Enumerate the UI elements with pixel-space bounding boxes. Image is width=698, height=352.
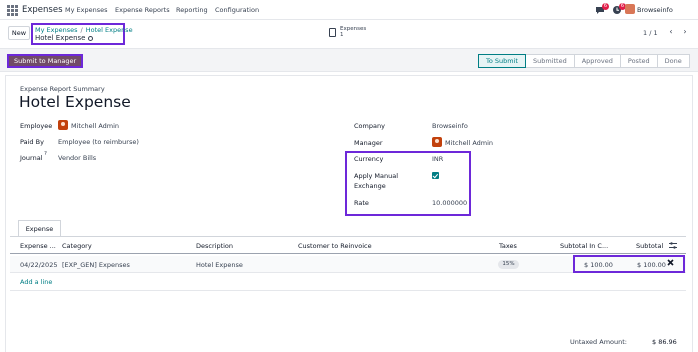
breadcrumb-my-expenses[interactable]: My Expenses xyxy=(35,26,78,34)
table-bottom-divider xyxy=(10,290,686,291)
untaxed-amount-value: $ 86.96 xyxy=(652,338,677,346)
column-settings-icon[interactable] xyxy=(669,242,677,249)
currency-label: Currency xyxy=(354,155,384,163)
stage-posted[interactable]: Posted xyxy=(620,54,658,68)
document-icon xyxy=(329,28,336,37)
app-name[interactable]: Expenses xyxy=(22,5,63,15)
row-date[interactable]: 04/22/2025 xyxy=(20,261,57,269)
chevron-right-icon[interactable]: › xyxy=(680,27,690,37)
chevron-left-icon[interactable]: ‹ xyxy=(666,27,676,37)
delete-row-icon[interactable] xyxy=(667,259,674,266)
add-line-link[interactable]: Add a line xyxy=(20,278,52,286)
manager-avatar xyxy=(432,137,442,147)
breadcrumb-current: Hotel Expense xyxy=(35,34,86,42)
manager-label: Manager xyxy=(354,139,383,147)
breadcrumb: My Expenses / Hotel Expense Hotel Expense xyxy=(31,23,133,45)
rate-field[interactable]: 10.000000 xyxy=(432,199,467,207)
col-header-description[interactable]: Description xyxy=(196,242,233,250)
menu-configuration[interactable]: Configuration xyxy=(215,6,259,14)
employee-avatar xyxy=(58,120,68,130)
status-bar: To Submit Submitted Approved Posted Done xyxy=(478,54,690,68)
smart-button-count: 1 xyxy=(340,32,344,38)
journal-field[interactable]: Vendor Bills xyxy=(58,154,96,162)
manual-rate-label-line2: Exchange xyxy=(354,182,386,190)
untaxed-amount-label: Untaxed Amount: xyxy=(570,338,627,346)
col-header-taxes[interactable]: Taxes xyxy=(499,242,517,250)
app-grid-icon[interactable] xyxy=(7,5,18,16)
company-field[interactable]: Browseinfo xyxy=(432,122,468,130)
breadcrumb-hotel-expense[interactable]: Hotel Expense xyxy=(86,26,133,34)
paid-by-label: Paid By xyxy=(20,138,44,146)
new-button[interactable]: New xyxy=(8,26,30,40)
gear-icon[interactable] xyxy=(88,36,94,41)
row-subtotal-company: $ 100.00 xyxy=(584,261,613,269)
paid-by-field[interactable]: Employee (to reimburse) xyxy=(58,138,139,146)
journal-label: Journal xyxy=(20,154,43,162)
stage-done[interactable]: Done xyxy=(657,54,690,68)
col-header-customer[interactable]: Customer to Reinvoice xyxy=(298,242,372,250)
company-label: Company xyxy=(354,122,385,130)
row-category[interactable]: [EXP_GEN] Expenses xyxy=(62,261,130,269)
company-switcher[interactable]: Browseinfo xyxy=(637,6,673,14)
menu-expense-reports[interactable]: Expense Reports xyxy=(115,6,170,14)
report-summary-label: Expense Report Summary xyxy=(20,85,105,93)
manual-rate-label-line1: Apply Manual xyxy=(354,172,399,180)
breadcrumb-separator: / xyxy=(80,26,83,34)
menu-reporting[interactable]: Reporting xyxy=(176,6,208,14)
table-header-divider xyxy=(10,253,686,254)
smart-button-label: Expenses xyxy=(340,26,367,32)
row-description[interactable]: Hotel Expense xyxy=(196,261,243,269)
col-header-subtotal-company[interactable]: Subtotal In C... xyxy=(560,242,608,250)
submit-to-manager-button[interactable]: Submit to Manager xyxy=(7,54,84,68)
tab-divider xyxy=(10,236,686,237)
pager-value[interactable]: 1 / 1 xyxy=(643,29,658,37)
employee-field[interactable]: Mitchell Admin xyxy=(71,122,119,130)
tab-expense[interactable]: Expense xyxy=(18,220,61,237)
stage-submitted[interactable]: Submitted xyxy=(525,54,575,68)
manager-field[interactable]: Mitchell Admin xyxy=(445,139,493,147)
action-bar: Submit to Manager To Submit Submitted Ap… xyxy=(0,48,698,72)
user-avatar[interactable] xyxy=(625,4,635,14)
col-header-category[interactable]: Category xyxy=(62,242,92,250)
currency-field[interactable]: INR xyxy=(432,155,443,163)
report-title[interactable]: Hotel Expense xyxy=(19,93,131,111)
employee-label: Employee xyxy=(20,122,53,130)
col-header-date[interactable]: Expense ... xyxy=(20,242,56,250)
stage-to-submit[interactable]: To Submit xyxy=(478,54,526,68)
help-icon[interactable]: ? xyxy=(44,151,47,157)
messages-badge: 6 xyxy=(602,3,609,10)
expenses-smart-button[interactable]: Expenses 1 xyxy=(329,26,366,40)
rate-label: Rate xyxy=(354,199,369,207)
tax-badge[interactable]: 15% xyxy=(498,260,519,269)
menu-my-expenses[interactable]: My Expenses xyxy=(65,6,108,14)
col-header-subtotal[interactable]: Subtotal xyxy=(636,242,663,250)
stage-approved[interactable]: Approved xyxy=(574,54,621,68)
top-navbar: Expenses My Expenses Expense Reports Rep… xyxy=(0,0,698,20)
row-subtotal: $ 100.00 xyxy=(637,261,666,269)
manual-rate-checkbox[interactable] xyxy=(432,172,439,179)
